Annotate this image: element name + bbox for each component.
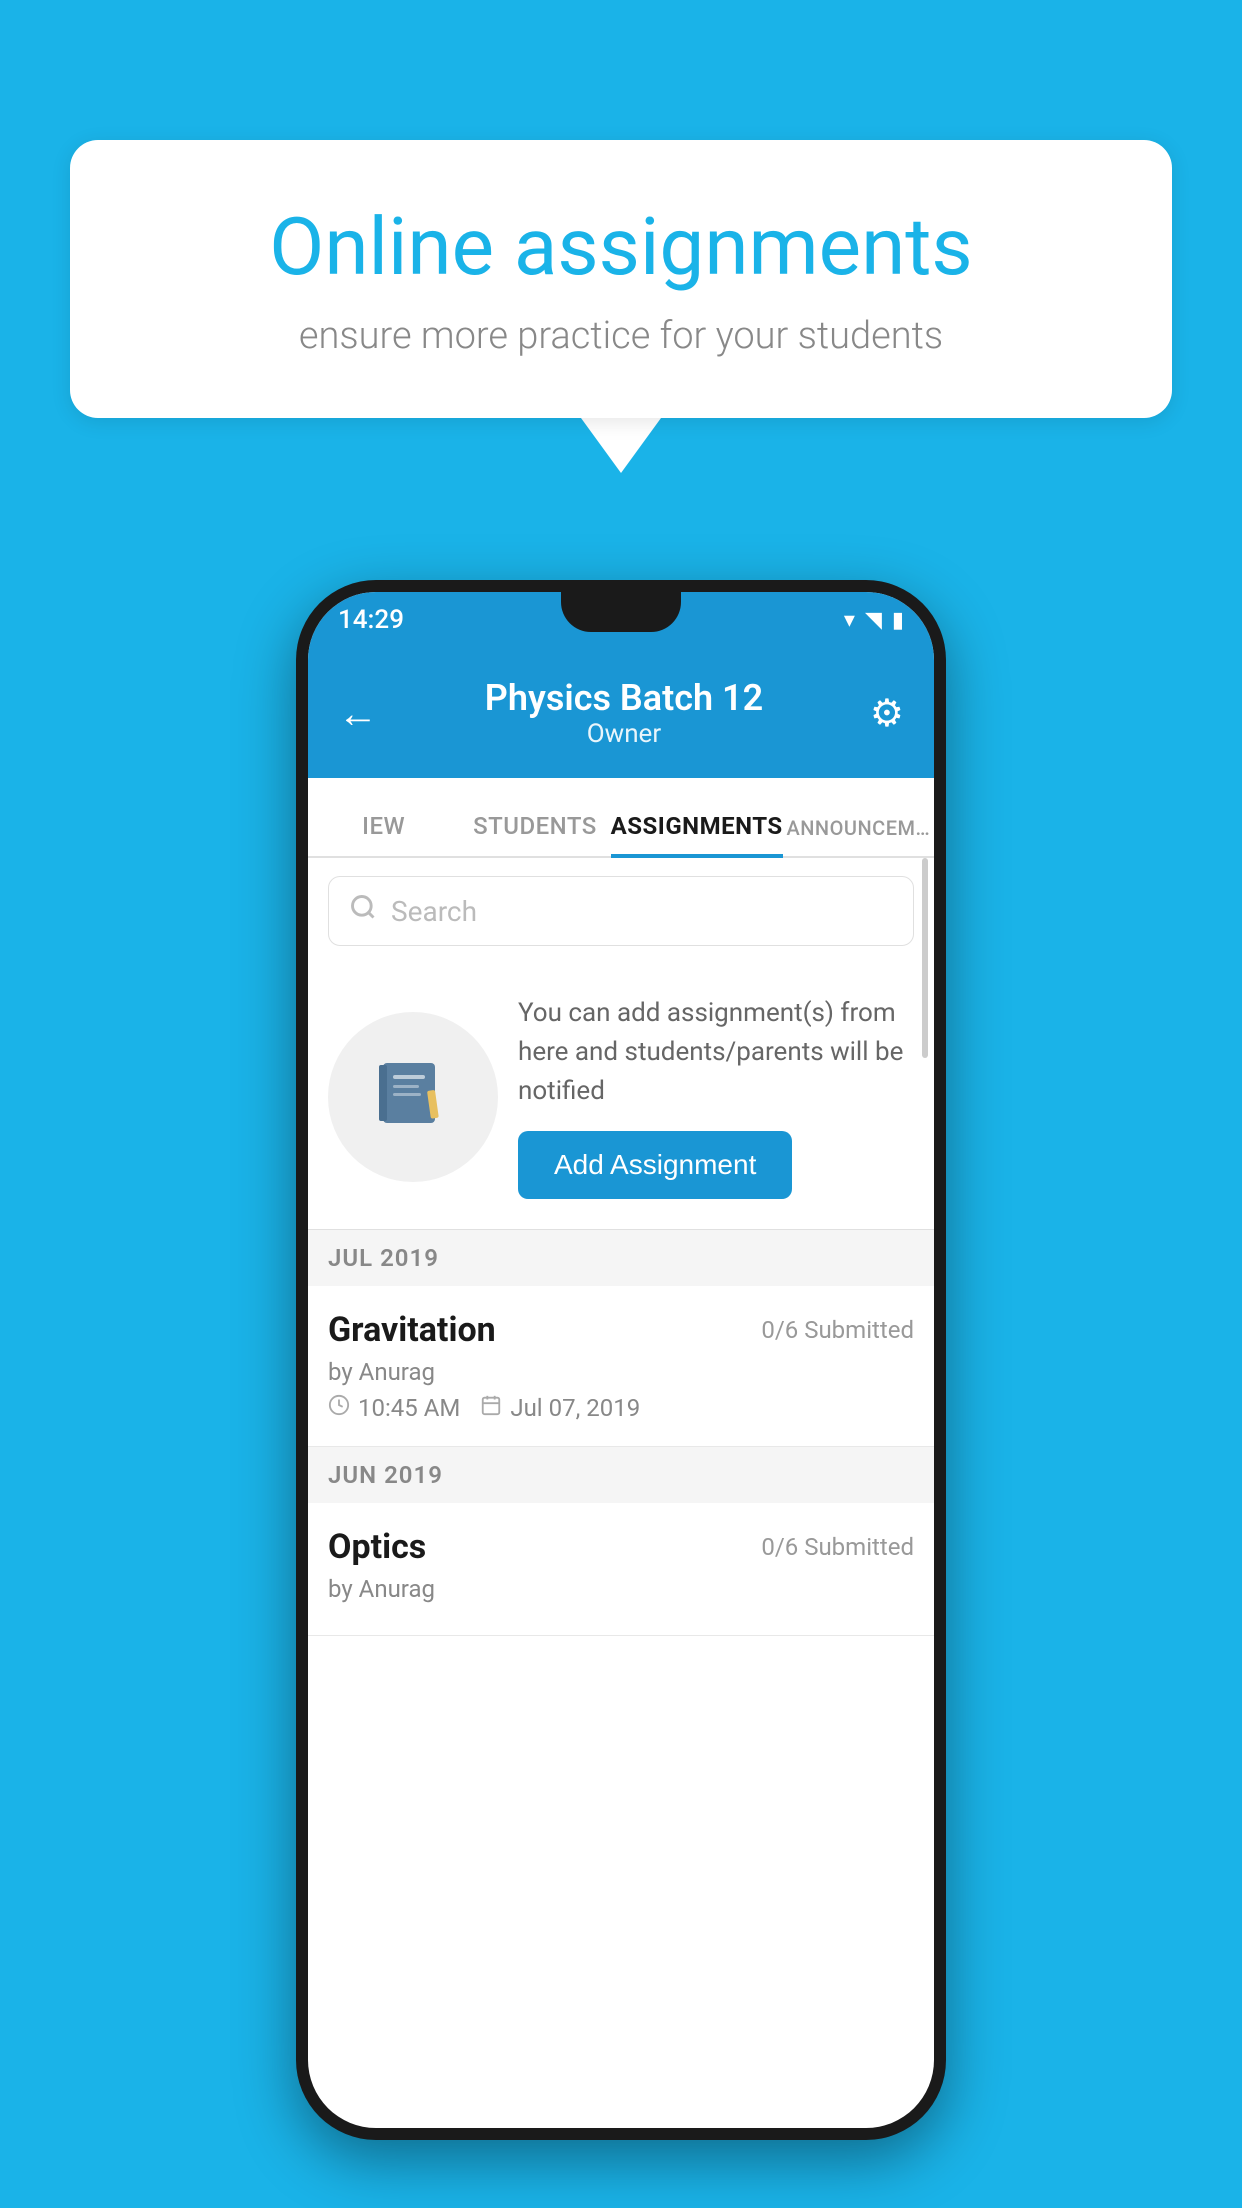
status-icons: ▾ ◥ ▮ xyxy=(844,608,904,633)
section-header-jul: JUL 2019 xyxy=(308,1230,934,1286)
add-assignment-button[interactable]: Add Assignment xyxy=(518,1131,792,1199)
app-header: ← Physics Batch 12 Owner ⚙ xyxy=(308,648,934,778)
status-bar: 14:29 ▾ ◥ ▮ xyxy=(308,592,934,648)
header-subtitle: Owner xyxy=(485,719,763,749)
assignment-time: 10:45 AM xyxy=(358,1394,460,1422)
speech-bubble: Online assignments ensure more practice … xyxy=(70,140,1172,418)
settings-icon[interactable]: ⚙ xyxy=(870,691,904,736)
header-title: Physics Batch 12 xyxy=(485,677,763,719)
header-title-area: Physics Batch 12 Owner xyxy=(485,677,763,749)
add-promo-section: You can add assignment(s) from here and … xyxy=(308,964,934,1230)
promo-description: You can add assignment(s) from here and … xyxy=(518,994,914,1111)
optics-name: Optics xyxy=(328,1527,426,1567)
scrollbar[interactable] xyxy=(922,858,928,1058)
phone-screen: 14:29 ▾ ◥ ▮ ← Physics Batch 12 Owner ⚙ I… xyxy=(308,592,934,2128)
assignment-top: Gravitation 0/6 Submitted xyxy=(328,1310,914,1350)
section-header-jun: JUN 2019 xyxy=(308,1447,934,1503)
calendar-icon xyxy=(480,1394,502,1422)
search-icon xyxy=(349,893,377,929)
speech-bubble-arrow xyxy=(581,418,661,473)
optics-by: by Anurag xyxy=(328,1575,914,1603)
back-button[interactable]: ← xyxy=(338,690,378,737)
search-container: Search xyxy=(308,858,934,964)
optics-submitted: 0/6 Submitted xyxy=(761,1533,914,1561)
assignment-item-optics[interactable]: Optics 0/6 Submitted by Anurag xyxy=(308,1503,934,1636)
notch xyxy=(561,592,681,632)
search-placeholder-text: Search xyxy=(391,895,477,928)
tab-iew[interactable]: IEW xyxy=(308,812,459,856)
meta-time: 10:45 AM xyxy=(328,1394,460,1422)
assignment-by: by Anurag xyxy=(328,1358,914,1386)
assignment-name: Gravitation xyxy=(328,1310,496,1350)
wifi-icon: ▾ xyxy=(844,608,855,633)
assignment-optics-top: Optics 0/6 Submitted xyxy=(328,1527,914,1567)
clock-icon xyxy=(328,1394,350,1422)
signal-icon: ◥ xyxy=(865,608,882,633)
assignment-item-gravitation[interactable]: Gravitation 0/6 Submitted by Anurag 10:4… xyxy=(308,1286,934,1447)
tabs-container: IEW STUDENTS ASSIGNMENTS ANNOUNCEM… xyxy=(308,778,934,858)
status-time: 14:29 xyxy=(338,605,404,635)
assignment-meta: 10:45 AM Jul 07, 2019 xyxy=(328,1394,914,1422)
speech-bubble-title: Online assignments xyxy=(150,200,1092,294)
promo-icon-circle xyxy=(328,1012,498,1182)
tab-assignments[interactable]: ASSIGNMENTS xyxy=(611,812,783,856)
tab-announcements[interactable]: ANNOUNCEM… xyxy=(783,816,934,856)
promo-content: You can add assignment(s) from here and … xyxy=(518,994,914,1199)
assignment-date: Jul 07, 2019 xyxy=(510,1394,640,1422)
search-input[interactable]: Search xyxy=(328,876,914,946)
assignment-submitted: 0/6 Submitted xyxy=(761,1316,914,1344)
battery-icon: ▮ xyxy=(892,608,904,633)
tab-students[interactable]: STUDENTS xyxy=(459,812,610,856)
speech-bubble-area: Online assignments ensure more practice … xyxy=(70,140,1172,473)
phone-mockup: 14:29 ▾ ◥ ▮ ← Physics Batch 12 Owner ⚙ I… xyxy=(296,580,946,2140)
speech-bubble-subtitle: ensure more practice for your students xyxy=(150,314,1092,358)
notebook-icon xyxy=(373,1055,453,1139)
meta-date: Jul 07, 2019 xyxy=(480,1394,640,1422)
